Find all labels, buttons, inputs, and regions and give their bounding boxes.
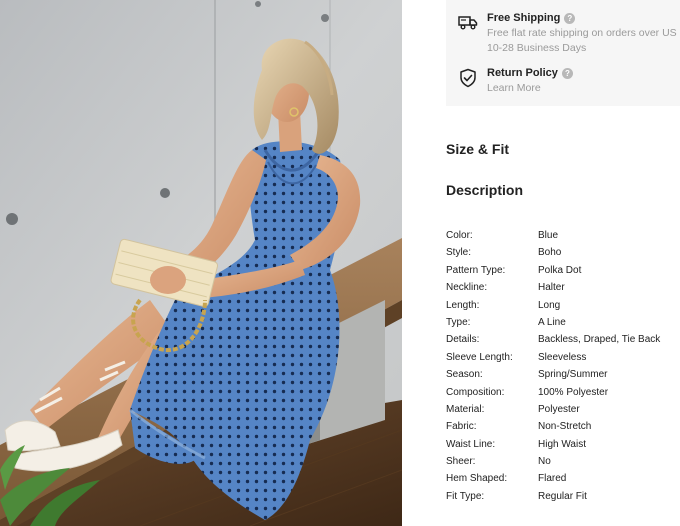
attribute-value: Backless, Draped, Tie Back — [538, 334, 661, 346]
attribute-value: High Waist — [538, 438, 586, 450]
truck-icon — [458, 16, 478, 30]
attribute-key: Pattern Type: — [446, 264, 506, 276]
attribute-key: Sheer: — [446, 456, 476, 468]
shipping-text-line2: 10-28 Business Days — [487, 42, 587, 54]
product-image[interactable] — [0, 0, 402, 526]
attribute-key: Fit Type: — [446, 490, 485, 502]
attribute-key: Neckline: — [446, 282, 488, 294]
attribute-key: Season: — [446, 369, 483, 381]
attribute-row: Composition: 100% Polyester — [446, 385, 680, 402]
shipping-text-line1: Free flat rate shipping on orders over U… — [487, 27, 677, 39]
attribute-key: Type: — [446, 316, 471, 328]
return-help-icon[interactable]: ? — [561, 68, 573, 79]
attribute-value: Blue — [538, 230, 559, 241]
attribute-row: Sleeve Length: Sleeveless — [446, 350, 680, 367]
attribute-row: Hem Shaped: Flared — [446, 471, 680, 488]
attribute-key: Material: — [446, 403, 485, 415]
attribute-key: Length: — [446, 299, 480, 311]
attribute-key: Details: — [446, 334, 480, 346]
attribute-key: Hem Shaped: — [446, 473, 508, 485]
product-details-panel: Free Shipping? Free flat rate shipping o… — [402, 0, 680, 526]
service-info-box: Free Shipping? Free flat rate shipping o… — [446, 0, 680, 106]
attribute-value: No — [538, 456, 551, 468]
attribute-value: Halter — [538, 282, 565, 294]
attribute-row: Season: Spring/Summer — [446, 367, 680, 384]
attribute-row: Material: Polyester — [446, 402, 680, 419]
shipping-title: Free Shipping — [487, 12, 561, 24]
attribute-row: Waist Line: High Waist — [446, 437, 680, 454]
attribute-value: 100% Polyester — [538, 386, 609, 398]
attribute-row: Fit Type: Regular Fit — [446, 489, 680, 506]
attribute-value: Non-Stretch — [538, 421, 592, 433]
shield-check-icon — [460, 68, 476, 88]
product-photo-illustration — [0, 0, 402, 526]
attribute-row: Neckline: Halter — [446, 280, 680, 297]
attribute-row: Fabric: Non-Stretch — [446, 419, 680, 436]
attribute-row: Length: Long — [446, 298, 680, 315]
attributes-list: Color: Blue Style: Boho Pattern Type: Polka… — [446, 228, 680, 506]
attribute-key: Sleeve Length: — [446, 351, 513, 363]
shipping-help-icon[interactable]: ? — [564, 13, 576, 24]
return-policy-title: Return Policy — [487, 67, 558, 79]
attribute-row: Style: Boho — [446, 245, 680, 262]
attribute-value: Flared — [538, 473, 567, 485]
attribute-value: Regular Fit — [538, 490, 587, 502]
attribute-key: Waist Line: — [446, 438, 496, 450]
attribute-row: Type: A Line — [446, 315, 680, 332]
attribute-row: Sheer: No — [446, 454, 680, 471]
attribute-value: Polyester — [538, 403, 580, 415]
attribute-key: Fabric: — [446, 421, 477, 433]
size-fit-heading[interactable]: Size & Fit — [446, 141, 509, 157]
attribute-value: Sleeveless — [538, 351, 587, 363]
attribute-key: Color: — [446, 230, 473, 241]
learn-more-link[interactable]: Learn More — [487, 81, 541, 96]
attribute-row: Pattern Type: Polka Dot — [446, 263, 680, 280]
description-heading: Description — [446, 182, 524, 198]
attribute-value: Long — [538, 299, 561, 311]
attribute-value: A Line — [538, 316, 566, 328]
attribute-value: Boho — [538, 247, 562, 259]
attribute-row: Details: Backless, Draped, Tie Back — [446, 332, 680, 349]
attribute-value: Polka Dot — [538, 264, 582, 276]
attribute-key: Composition: — [446, 386, 505, 398]
attribute-row: Color: Blue — [446, 228, 680, 245]
attribute-value: Spring/Summer — [538, 369, 608, 381]
attribute-key: Style: — [446, 247, 472, 259]
